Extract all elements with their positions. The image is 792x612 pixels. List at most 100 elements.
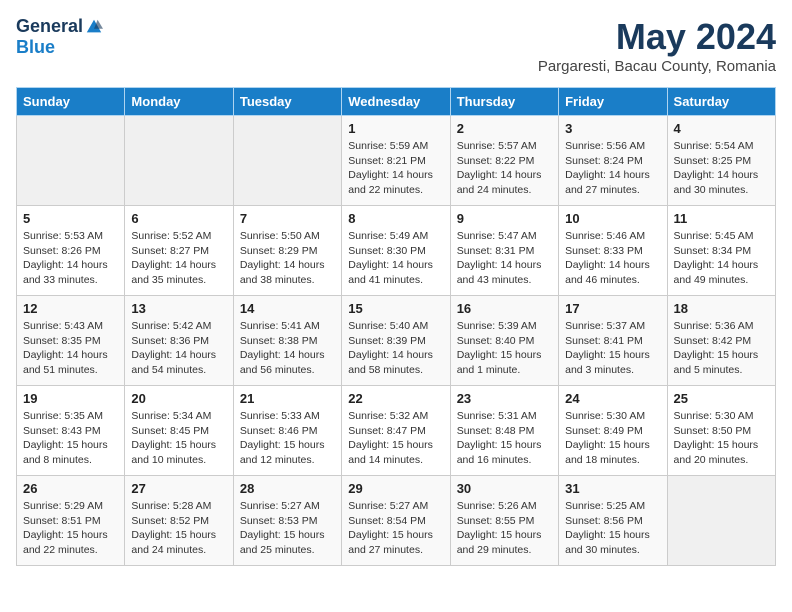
- day-number: 15: [348, 301, 443, 316]
- calendar-cell: 3 Sunrise: 5:56 AM Sunset: 8:24 PM Dayli…: [559, 116, 667, 206]
- day-detail: Sunrise: 5:50 AM Sunset: 8:29 PM Dayligh…: [240, 229, 335, 288]
- calendar-cell: 23 Sunrise: 5:31 AM Sunset: 8:48 PM Dayl…: [450, 386, 558, 476]
- day-detail: Sunrise: 5:36 AM Sunset: 8:42 PM Dayligh…: [674, 319, 769, 378]
- day-detail: Sunrise: 5:54 AM Sunset: 8:25 PM Dayligh…: [674, 139, 769, 198]
- calendar-week-row: 1 Sunrise: 5:59 AM Sunset: 8:21 PM Dayli…: [17, 116, 776, 206]
- day-number: 3: [565, 121, 660, 136]
- logo: General Blue: [16, 16, 103, 58]
- day-number: 18: [674, 301, 769, 316]
- calendar-cell: 9 Sunrise: 5:47 AM Sunset: 8:31 PM Dayli…: [450, 206, 558, 296]
- day-detail: Sunrise: 5:49 AM Sunset: 8:30 PM Dayligh…: [348, 229, 443, 288]
- calendar-cell: 7 Sunrise: 5:50 AM Sunset: 8:29 PM Dayli…: [233, 206, 341, 296]
- calendar-cell: 19 Sunrise: 5:35 AM Sunset: 8:43 PM Dayl…: [17, 386, 125, 476]
- day-detail: Sunrise: 5:47 AM Sunset: 8:31 PM Dayligh…: [457, 229, 552, 288]
- day-detail: Sunrise: 5:59 AM Sunset: 8:21 PM Dayligh…: [348, 139, 443, 198]
- day-number: 8: [348, 211, 443, 226]
- day-number: 30: [457, 481, 552, 496]
- day-of-week-header: Thursday: [450, 88, 558, 116]
- calendar-week-row: 26 Sunrise: 5:29 AM Sunset: 8:51 PM Dayl…: [17, 476, 776, 566]
- calendar-header: SundayMondayTuesdayWednesdayThursdayFrid…: [17, 88, 776, 116]
- day-detail: Sunrise: 5:27 AM Sunset: 8:54 PM Dayligh…: [348, 499, 443, 558]
- calendar-cell: 22 Sunrise: 5:32 AM Sunset: 8:47 PM Dayl…: [342, 386, 450, 476]
- calendar-cell: 24 Sunrise: 5:30 AM Sunset: 8:49 PM Dayl…: [559, 386, 667, 476]
- calendar-cell: [233, 116, 341, 206]
- calendar-table: SundayMondayTuesdayWednesdayThursdayFrid…: [16, 87, 776, 566]
- header: General Blue May 2024 Pargaresti, Bacau …: [16, 16, 776, 75]
- day-detail: Sunrise: 5:33 AM Sunset: 8:46 PM Dayligh…: [240, 409, 335, 468]
- calendar-body: 1 Sunrise: 5:59 AM Sunset: 8:21 PM Dayli…: [17, 116, 776, 566]
- day-number: 23: [457, 391, 552, 406]
- title-area: May 2024 Pargaresti, Bacau County, Roman…: [538, 16, 776, 75]
- day-number: 12: [23, 301, 118, 316]
- day-number: 6: [131, 211, 226, 226]
- day-detail: Sunrise: 5:26 AM Sunset: 8:55 PM Dayligh…: [457, 499, 552, 558]
- day-of-week-header: Wednesday: [342, 88, 450, 116]
- day-number: 10: [565, 211, 660, 226]
- day-detail: Sunrise: 5:30 AM Sunset: 8:49 PM Dayligh…: [565, 409, 660, 468]
- calendar-cell: 27 Sunrise: 5:28 AM Sunset: 8:52 PM Dayl…: [125, 476, 233, 566]
- calendar-cell: 29 Sunrise: 5:27 AM Sunset: 8:54 PM Dayl…: [342, 476, 450, 566]
- calendar-cell: 25 Sunrise: 5:30 AM Sunset: 8:50 PM Dayl…: [667, 386, 775, 476]
- calendar-cell: 6 Sunrise: 5:52 AM Sunset: 8:27 PM Dayli…: [125, 206, 233, 296]
- day-number: 21: [240, 391, 335, 406]
- day-number: 24: [565, 391, 660, 406]
- day-of-week-header: Monday: [125, 88, 233, 116]
- calendar-cell: 17 Sunrise: 5:37 AM Sunset: 8:41 PM Dayl…: [559, 296, 667, 386]
- day-of-week-header: Friday: [559, 88, 667, 116]
- day-detail: Sunrise: 5:43 AM Sunset: 8:35 PM Dayligh…: [23, 319, 118, 378]
- month-title: May 2024: [538, 16, 776, 58]
- day-number: 9: [457, 211, 552, 226]
- calendar-cell: 16 Sunrise: 5:39 AM Sunset: 8:40 PM Dayl…: [450, 296, 558, 386]
- day-of-week-header: Tuesday: [233, 88, 341, 116]
- calendar-cell: 20 Sunrise: 5:34 AM Sunset: 8:45 PM Dayl…: [125, 386, 233, 476]
- day-detail: Sunrise: 5:37 AM Sunset: 8:41 PM Dayligh…: [565, 319, 660, 378]
- day-detail: Sunrise: 5:56 AM Sunset: 8:24 PM Dayligh…: [565, 139, 660, 198]
- calendar-cell: 5 Sunrise: 5:53 AM Sunset: 8:26 PM Dayli…: [17, 206, 125, 296]
- day-detail: Sunrise: 5:40 AM Sunset: 8:39 PM Dayligh…: [348, 319, 443, 378]
- day-number: 4: [674, 121, 769, 136]
- calendar-cell: 2 Sunrise: 5:57 AM Sunset: 8:22 PM Dayli…: [450, 116, 558, 206]
- calendar-cell: 11 Sunrise: 5:45 AM Sunset: 8:34 PM Dayl…: [667, 206, 775, 296]
- logo-general-text: General: [16, 16, 83, 37]
- calendar-week-row: 19 Sunrise: 5:35 AM Sunset: 8:43 PM Dayl…: [17, 386, 776, 476]
- logo-icon: [85, 18, 103, 36]
- day-of-week-header: Saturday: [667, 88, 775, 116]
- day-detail: Sunrise: 5:30 AM Sunset: 8:50 PM Dayligh…: [674, 409, 769, 468]
- calendar-cell: 15 Sunrise: 5:40 AM Sunset: 8:39 PM Dayl…: [342, 296, 450, 386]
- calendar-cell: 18 Sunrise: 5:36 AM Sunset: 8:42 PM Dayl…: [667, 296, 775, 386]
- day-detail: Sunrise: 5:32 AM Sunset: 8:47 PM Dayligh…: [348, 409, 443, 468]
- day-detail: Sunrise: 5:53 AM Sunset: 8:26 PM Dayligh…: [23, 229, 118, 288]
- calendar-week-row: 5 Sunrise: 5:53 AM Sunset: 8:26 PM Dayli…: [17, 206, 776, 296]
- day-of-week-header: Sunday: [17, 88, 125, 116]
- day-detail: Sunrise: 5:27 AM Sunset: 8:53 PM Dayligh…: [240, 499, 335, 558]
- calendar-cell: 28 Sunrise: 5:27 AM Sunset: 8:53 PM Dayl…: [233, 476, 341, 566]
- day-number: 14: [240, 301, 335, 316]
- logo-blue-text: Blue: [16, 37, 55, 58]
- day-detail: Sunrise: 5:39 AM Sunset: 8:40 PM Dayligh…: [457, 319, 552, 378]
- day-detail: Sunrise: 5:29 AM Sunset: 8:51 PM Dayligh…: [23, 499, 118, 558]
- calendar-cell: 12 Sunrise: 5:43 AM Sunset: 8:35 PM Dayl…: [17, 296, 125, 386]
- day-detail: Sunrise: 5:34 AM Sunset: 8:45 PM Dayligh…: [131, 409, 226, 468]
- calendar-cell: 31 Sunrise: 5:25 AM Sunset: 8:56 PM Dayl…: [559, 476, 667, 566]
- calendar-cell: 30 Sunrise: 5:26 AM Sunset: 8:55 PM Dayl…: [450, 476, 558, 566]
- day-number: 31: [565, 481, 660, 496]
- day-number: 11: [674, 211, 769, 226]
- day-number: 16: [457, 301, 552, 316]
- calendar-cell: 4 Sunrise: 5:54 AM Sunset: 8:25 PM Dayli…: [667, 116, 775, 206]
- calendar-week-row: 12 Sunrise: 5:43 AM Sunset: 8:35 PM Dayl…: [17, 296, 776, 386]
- calendar-cell: 14 Sunrise: 5:41 AM Sunset: 8:38 PM Dayl…: [233, 296, 341, 386]
- day-number: 26: [23, 481, 118, 496]
- day-detail: Sunrise: 5:45 AM Sunset: 8:34 PM Dayligh…: [674, 229, 769, 288]
- calendar-cell: 26 Sunrise: 5:29 AM Sunset: 8:51 PM Dayl…: [17, 476, 125, 566]
- day-number: 20: [131, 391, 226, 406]
- day-number: 13: [131, 301, 226, 316]
- calendar-cell: [125, 116, 233, 206]
- day-detail: Sunrise: 5:25 AM Sunset: 8:56 PM Dayligh…: [565, 499, 660, 558]
- day-number: 28: [240, 481, 335, 496]
- header-row: SundayMondayTuesdayWednesdayThursdayFrid…: [17, 88, 776, 116]
- day-number: 1: [348, 121, 443, 136]
- day-number: 17: [565, 301, 660, 316]
- calendar-cell: [667, 476, 775, 566]
- day-detail: Sunrise: 5:52 AM Sunset: 8:27 PM Dayligh…: [131, 229, 226, 288]
- day-number: 25: [674, 391, 769, 406]
